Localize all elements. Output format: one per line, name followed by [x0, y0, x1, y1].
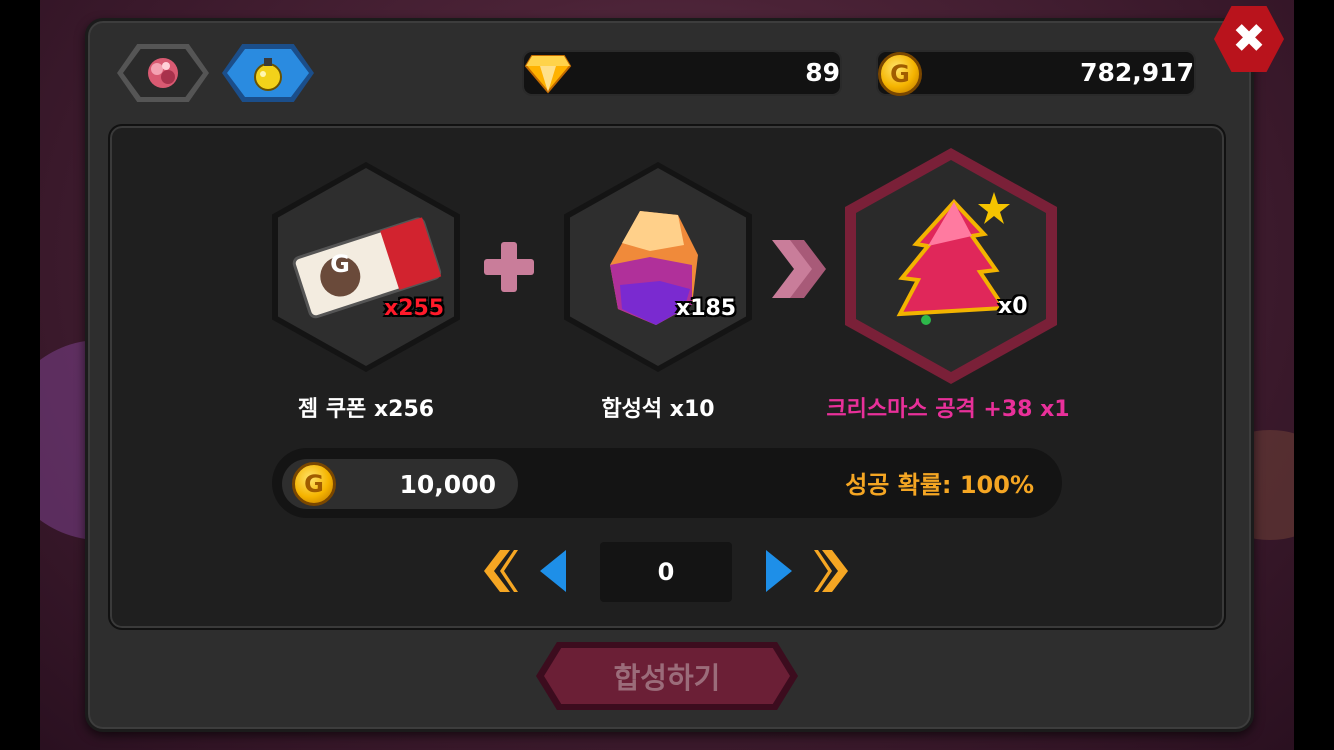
quantity-value[interactable]: 0 [600, 542, 732, 602]
result-qty: x0 [998, 294, 1028, 319]
gold-potion-icon [254, 58, 282, 91]
chevron-right-icon[interactable] [764, 548, 794, 594]
double-chevron-right-icon[interactable] [814, 548, 852, 594]
ingredient-1-label: 젬 쿠폰 x256 [297, 397, 435, 422]
ingredient-2-label: 합성석 x10 [601, 397, 715, 422]
red-gem-icon [148, 58, 178, 88]
diamond-count: 89 [805, 58, 840, 87]
plus-icon [484, 242, 534, 292]
double-chevron-left-icon[interactable] [480, 548, 518, 594]
combine-button[interactable]: 합성하기 [544, 648, 790, 704]
double-chevron-right-icon [772, 240, 826, 298]
coupon-letter: G [330, 250, 350, 278]
ingredient-1-qty: x255 [384, 296, 445, 321]
result-label: 크리스마스 공격 +38 x1 [826, 397, 1070, 422]
gold-coin-icon: G [292, 462, 336, 506]
diamond-icon [524, 55, 572, 94]
cost-amount: 10,000 [399, 470, 496, 499]
success-rate: 성공 확률: 100% [845, 471, 1034, 499]
chevron-left-icon[interactable] [538, 548, 568, 594]
gold-count: 782,917 [1080, 58, 1194, 87]
ingredient-2-qty: x185 [676, 296, 737, 321]
gold-coin-icon: G [878, 52, 922, 96]
